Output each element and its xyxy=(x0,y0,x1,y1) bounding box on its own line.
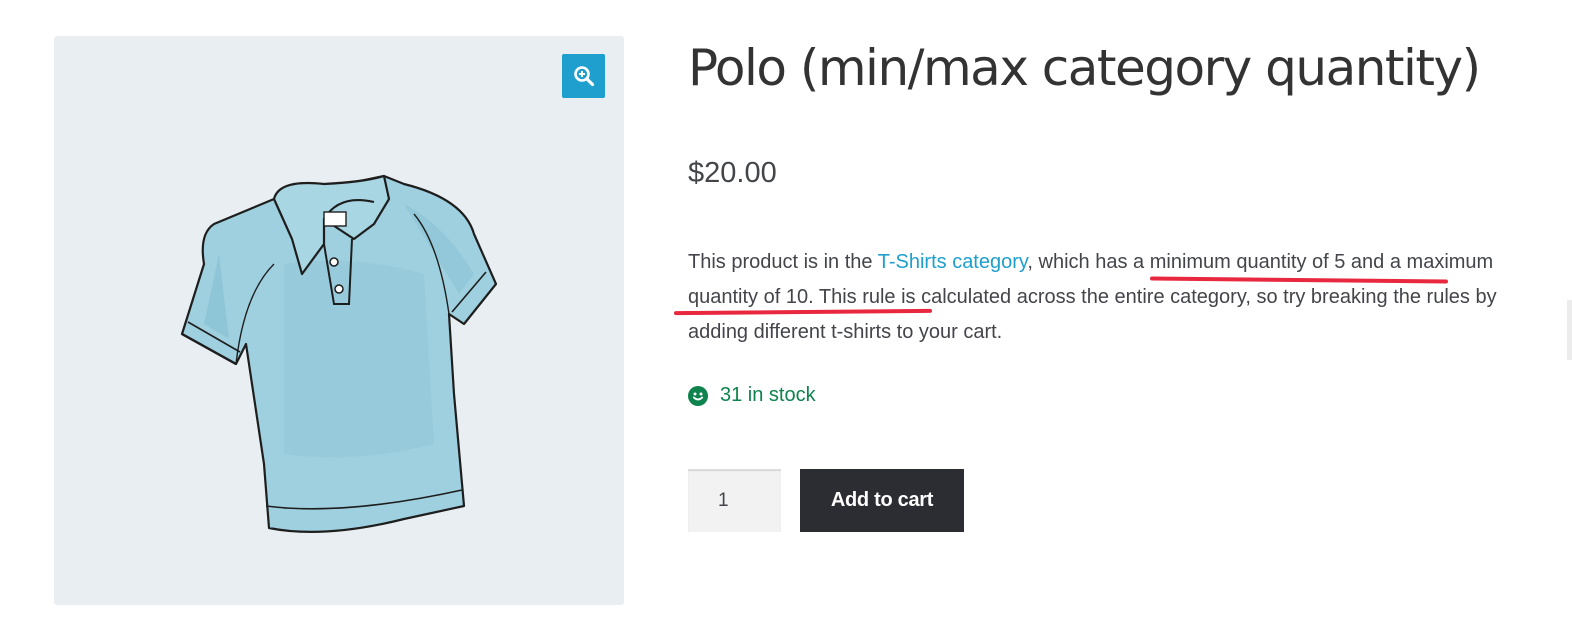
stock-status: 31 in stock xyxy=(688,384,816,407)
zoom-button[interactable] xyxy=(562,54,605,98)
zoom-in-icon xyxy=(573,66,594,87)
smiley-icon xyxy=(688,385,708,406)
product-description: This product is in the T-Shirts category… xyxy=(688,245,1528,350)
product-page: Polo (min/max category quantity) $20.00 … xyxy=(0,0,1572,639)
product-price: $20.00 xyxy=(688,157,777,189)
description-text: , which has a xyxy=(1027,251,1150,273)
t-shirts-category-link[interactable]: T-Shirts category xyxy=(878,251,1028,273)
stock-text: 31 in stock xyxy=(720,384,816,406)
product-title: Polo (min/max category quantity) xyxy=(688,39,1481,97)
description-text: This product is in the xyxy=(688,251,878,273)
product-gallery xyxy=(54,36,624,605)
add-to-cart-button[interactable]: Add to cart xyxy=(800,469,964,532)
polo-shirt-image[interactable] xyxy=(174,144,504,536)
minimum-quantity-highlight: minimum quantity of 5 and a xyxy=(1149,251,1401,273)
page-edge-divider xyxy=(1567,300,1572,360)
quantity-input[interactable] xyxy=(688,469,781,532)
